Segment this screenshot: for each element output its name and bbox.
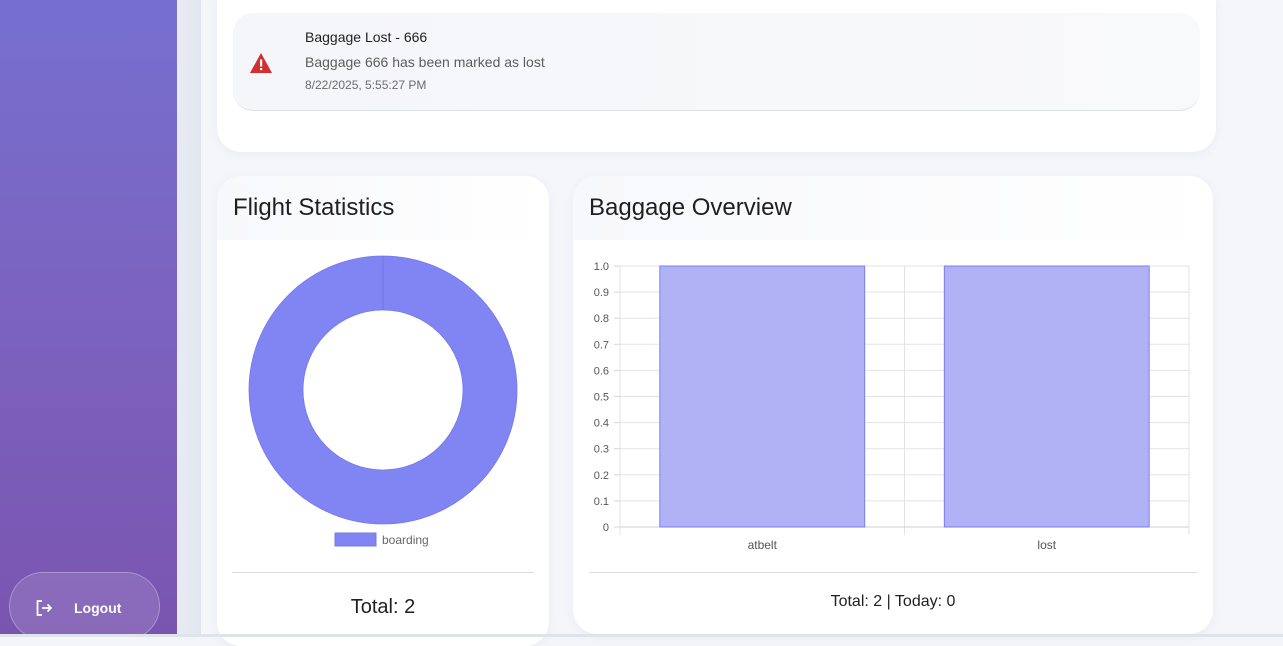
baggage-total: Total: 2 | Today: 0 (830, 593, 956, 610)
legend-label: boarding (382, 533, 429, 547)
sidebar: Logout (0, 0, 177, 640)
logout-button[interactable]: Logout (9, 572, 160, 640)
flight-total: Total: 2 (350, 596, 416, 618)
y-tick-label: 0.4 (594, 418, 609, 430)
baggage-overview-card: Baggage Overview 0 0.1 0.2 0.3 0.4 0.5 0.6 0.7 0… (573, 176, 1213, 634)
baggage-overview-title: Baggage Overview (589, 194, 792, 221)
notification-timestamp: 8/22/2025, 5:55:27 PM (305, 78, 427, 92)
bar-chart: 0 0.1 0.2 0.3 0.4 0.5 0.6 0.7 0.8 0.9 1.0 atbelt los… (594, 261, 1190, 552)
bar-atbelt[interactable] (659, 265, 866, 528)
notification-message: Baggage 666 has been marked as lost (305, 54, 545, 70)
doughnut-inner-outline (302, 309, 464, 471)
y-tick-label: 0.1 (594, 496, 609, 508)
warning-icon (250, 53, 272, 73)
y-tick-label: 0.3 (594, 444, 609, 456)
logout-icon (36, 600, 52, 616)
legend-swatch[interactable] (334, 532, 377, 547)
logout-label: Logout (74, 600, 122, 616)
y-tick-label: 0 (603, 522, 609, 534)
y-tick-label: 1.0 (594, 261, 609, 273)
x-tick-label: lost (1037, 538, 1056, 552)
card-divider (589, 572, 1197, 573)
y-tick-label: 0.7 (594, 339, 609, 351)
y-tick-label: 0.9 (594, 287, 609, 299)
flight-statistics-card: Flight Statistics boarding Total: 2 (217, 176, 549, 646)
card-divider (232, 572, 534, 573)
doughnut-slice-boarding[interactable] (249, 256, 517, 524)
y-tick-label: 0.5 (594, 392, 609, 404)
sidebar-divider (177, 0, 201, 634)
flight-statistics-title: Flight Statistics (233, 194, 395, 221)
notification-title: Baggage Lost - 666 (305, 29, 428, 45)
y-tick-label: 0.8 (594, 313, 609, 325)
y-tick-label: 0.2 (594, 470, 609, 482)
bar-lost[interactable] (943, 265, 1150, 528)
doughnut-chart: boarding (248, 255, 518, 547)
x-tick-label: atbelt (748, 538, 778, 552)
y-tick-label: 0.6 (594, 365, 609, 377)
